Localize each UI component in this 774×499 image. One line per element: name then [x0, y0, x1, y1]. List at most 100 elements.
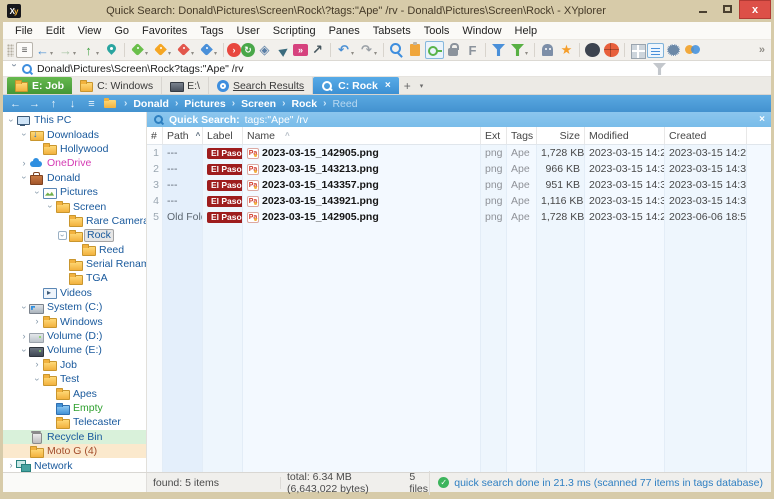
chevron-down-icon[interactable]: › [33, 187, 42, 197]
menu-edit[interactable]: Edit [40, 25, 71, 37]
breadcrumb-segment-pictures[interactable]: Pictures [184, 98, 225, 110]
undo-icon[interactable]: ↶ [334, 41, 353, 59]
chevron-right-icon[interactable]: › [6, 461, 16, 470]
chevron-down-icon[interactable]: › [58, 231, 67, 240]
menu-tabsets[interactable]: Tabsets [367, 25, 417, 37]
tree-item-hollywood[interactable]: Hollywood [3, 142, 146, 156]
edit-pen-icon[interactable]: ↗ [308, 41, 327, 59]
refresh-icon[interactable]: ↻ [241, 43, 255, 57]
chevron-down-icon[interactable]: › [20, 345, 29, 355]
file-row[interactable]: 1---El PasoPa2023-03-15_142905.pngpngApe… [147, 145, 771, 161]
menu-tools[interactable]: Tools [418, 25, 456, 37]
tab-e-job[interactable]: E: Job [7, 77, 72, 94]
filter-blue-icon[interactable] [489, 41, 508, 59]
column-header-ext[interactable]: Ext [481, 127, 507, 144]
menu-panes[interactable]: Panes [323, 25, 366, 37]
maximize-button[interactable] [715, 0, 739, 17]
ghost-icon[interactable] [538, 41, 557, 59]
filter-green-icon[interactable] [508, 41, 527, 59]
tree-item-apes[interactable]: Apes [3, 386, 146, 400]
breadcrumb-down-icon[interactable]: ↓ [66, 98, 79, 110]
tab-e[interactable]: E:\ [162, 77, 209, 94]
breadcrumb-forward-icon[interactable]: → [28, 98, 41, 110]
flag-f-icon[interactable]: F [463, 41, 482, 59]
column-header-created[interactable]: Created [665, 127, 747, 144]
tag-orange-icon[interactable] [151, 41, 170, 59]
tree-item-system-c[interactable]: ›System (C:) [3, 300, 146, 314]
column-header-label[interactable]: Label [203, 127, 243, 144]
chevron-down-icon[interactable]: › [33, 374, 42, 384]
tab-c-windows[interactable]: C: Windows [72, 77, 162, 94]
file-row[interactable]: 2---El PasoPa2023-03-15_143213.pngpngApe… [147, 161, 771, 177]
menu-go[interactable]: Go [108, 25, 135, 37]
color-filters-icon[interactable] [683, 41, 702, 59]
tree-item-donald[interactable]: ›Donald [3, 171, 146, 185]
column-header-path[interactable]: Path^ [163, 127, 203, 144]
breadcrumb-up-icon[interactable]: ↑ [47, 98, 60, 110]
tree-item-videos[interactable]: Videos [3, 286, 146, 300]
menu-help[interactable]: Help [509, 25, 544, 37]
redo-icon[interactable]: ↷ [357, 41, 376, 59]
address-dropdown-icon[interactable]: › [9, 64, 20, 74]
tree-item-telecaster[interactable]: Telecaster [3, 415, 146, 429]
minimize-button[interactable] [691, 0, 715, 17]
toolbar-overflow-button[interactable]: » [755, 44, 769, 56]
chevron-down-icon[interactable]: › [20, 130, 29, 140]
cell-name[interactable]: Pa2023-03-15_143357.png [243, 177, 481, 193]
tree-item-recycle-bin[interactable]: Recycle Bin [3, 430, 146, 444]
tree-item-onedrive[interactable]: ›OneDrive [3, 156, 146, 170]
title-bar[interactable]: Xy Quick Search: Donald\Pictures\Screen\… [3, 0, 771, 22]
basketball-icon[interactable] [602, 41, 621, 59]
tree-item-pictures[interactable]: ›Pictures [3, 185, 146, 199]
cell-name[interactable]: Pa2023-03-15_143213.png [243, 161, 481, 177]
chevron-right-icon[interactable]: › [32, 317, 42, 326]
tree-item-volume-d[interactable]: ›Volume (D:) [3, 329, 146, 343]
file-row[interactable]: 4---El PasoPa2023-03-15_143921.pngpngApe… [147, 193, 771, 209]
chevron-down-icon[interactable]: › [20, 302, 29, 312]
chevron-down-icon[interactable]: › [20, 173, 29, 183]
column-header-name[interactable]: Name^ [243, 127, 481, 144]
file-row[interactable]: 3---El PasoPa2023-03-15_143357.pngpngApe… [147, 177, 771, 193]
search-icon[interactable] [387, 41, 406, 59]
file-row[interactable]: 5Old FolderEl PasoPa2023-03-15_142905.pn… [147, 209, 771, 225]
hotlist-icon[interactable]: › [227, 43, 241, 57]
menu-window[interactable]: Window [456, 25, 507, 37]
tree-item-empty[interactable]: Empty [3, 401, 146, 415]
chevron-right-icon[interactable]: › [19, 159, 29, 168]
tree-item-job[interactable]: ›Job [3, 358, 146, 372]
tree-item-tga[interactable]: TGA [3, 271, 146, 285]
tree-item-serial-rename[interactable]: Serial Rename [3, 257, 146, 271]
tree-item-network[interactable]: ›Network [3, 458, 146, 472]
column-header-tags[interactable]: Tags [507, 127, 537, 144]
menu-favorites[interactable]: Favorites [136, 25, 193, 37]
location-pin-icon[interactable] [102, 41, 121, 59]
tree-item-test[interactable]: ›Test [3, 372, 146, 386]
back-icon[interactable]: ← [33, 41, 52, 59]
quick-search-close-icon[interactable]: × [759, 114, 765, 125]
breadcrumb-segment-rock[interactable]: Rock [291, 98, 317, 110]
cell-name[interactable]: Pa2023-03-15_142905.png [243, 209, 481, 225]
tree-item-downloads[interactable]: ›Downloads [3, 127, 146, 141]
tree-item-volume-e[interactable]: ›Volume (E:) [3, 343, 146, 357]
menu-tags[interactable]: Tags [194, 25, 229, 37]
chevron-down-icon[interactable]: › [7, 115, 16, 125]
menu-scripting[interactable]: Scripting [267, 25, 322, 37]
column-header-modified[interactable]: Modified [585, 127, 665, 144]
tab-list-arrow-icon[interactable]: ▾ [416, 82, 428, 90]
gear-badge-icon[interactable] [664, 41, 683, 59]
menu-file[interactable]: File [9, 25, 39, 37]
tree-item-moto-g-4[interactable]: Moto G (4) [3, 444, 146, 458]
close-button[interactable]: x [739, 0, 771, 19]
tab-search-results[interactable]: Search Results [209, 77, 313, 94]
fast-select-icon[interactable]: » [293, 44, 308, 56]
tab-c-rock[interactable]: C: Rock× [313, 77, 399, 94]
chevron-right-icon[interactable]: › [19, 332, 29, 341]
tree-item-rare-cameras[interactable]: Rare Cameras [3, 214, 146, 228]
moon-icon[interactable] [583, 41, 602, 59]
details-view-icon[interactable] [647, 43, 664, 58]
menu-button-icon[interactable]: ≡ [16, 42, 33, 58]
new-tab-button[interactable]: + [399, 79, 416, 93]
cell-name[interactable]: Pa2023-03-15_143921.png [243, 193, 481, 209]
drag-handle-icon[interactable] [7, 44, 14, 57]
tree-item-reed[interactable]: Reed [3, 243, 146, 257]
